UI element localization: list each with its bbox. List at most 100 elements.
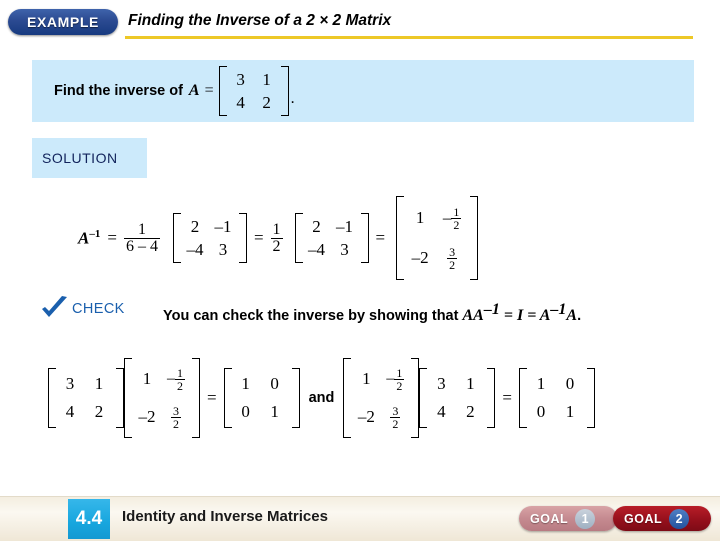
equals-sign-2: = <box>253 228 264 247</box>
fraction-denominator: 2 <box>270 237 283 255</box>
verify2-matrix-a: 3 1 4 2 <box>419 368 496 428</box>
problem-statement-content: Find the inverse of A = 3 1 4 2 . <box>54 60 295 122</box>
equals-sign-3: = <box>375 228 386 247</box>
equals-sign-1: = <box>107 228 117 247</box>
goal-2-label: GOAL <box>624 511 663 526</box>
matrix-cell: 0 <box>270 374 279 393</box>
problem-matrix-variable: A <box>188 82 200 99</box>
problem-equals-sign: = <box>204 82 214 99</box>
verify1-identity-matrix: 1 0 0 1 <box>223 368 300 428</box>
matrix-cell: 1 <box>565 402 575 421</box>
check-label: CHECK <box>72 301 125 317</box>
matrix-cell: 1 <box>362 369 371 388</box>
a-inverse-label: A–1 <box>78 227 101 248</box>
goal-1-number: 1 <box>575 508 596 529</box>
problem-period: . <box>290 90 295 107</box>
fraction-denominator: 6 – 4 <box>123 237 160 255</box>
matrix-cell: 1 <box>94 374 104 393</box>
verify1-equals: = <box>207 388 217 407</box>
goal-1-label: GOAL <box>530 511 569 526</box>
matrix-cell: 0 <box>241 402 250 421</box>
fraction-numerator: 1 <box>272 220 281 238</box>
matrix-cell: 3 <box>236 69 245 89</box>
verification-equations: 3 1 4 2 1 – 1 2 –2 3 2 = 1 0 0 1 and 1 –… <box>48 358 595 438</box>
matrix-cell: 3 <box>65 374 75 393</box>
verify1-matrix-a: 3 1 4 2 <box>48 368 124 428</box>
matrix-cell: 0 <box>536 402 546 421</box>
matrix-cell: –1 <box>214 216 232 236</box>
adjugate-matrix-1: 2 –1 –4 3 <box>172 213 247 263</box>
matrix-cell: 2 <box>466 402 475 421</box>
matrix-cell: 1 <box>241 374 250 393</box>
matrix-cell: 4 <box>65 402 75 421</box>
checkmark-icon <box>42 296 67 317</box>
matrix-cell: 2 <box>262 92 271 112</box>
expr-exp-1: –1 <box>483 301 500 318</box>
expr-a-3: A <box>566 306 578 324</box>
matrix-cell: –2 <box>411 248 429 267</box>
matrix-cell: –2 <box>357 407 375 426</box>
check-sentence-text: You can check the inverse by showing tha… <box>163 307 463 324</box>
goal-2-button[interactable]: GOAL 2 <box>613 506 711 531</box>
header: EXAMPLE Finding the Inverse of a 2 × 2 M… <box>0 0 720 46</box>
check-sentence: You can check the inverse by showing tha… <box>163 301 581 325</box>
one-half-fraction: 1 2 <box>270 220 283 255</box>
expr-equals-1: = <box>499 306 517 324</box>
matrix-cell: 3 <box>218 239 228 259</box>
matrix-cell: 1 <box>262 69 271 89</box>
adjugate-matrix-2: 2 –1 –4 3 <box>294 213 369 263</box>
section-number-box: 4.4 <box>68 499 110 539</box>
verify2-matrix-a-inverse: 1 – 1 2 –2 3 2 <box>343 358 420 438</box>
matrix-cell: 3 2 <box>447 244 458 272</box>
expr-exp-2: –1 <box>550 301 567 318</box>
footer-bar: 4.4 Identity and Inverse Matrices GOAL 1… <box>0 496 720 541</box>
matrix-cell: 3 <box>437 374 446 393</box>
problem-prompt-text: Find the inverse of <box>54 83 183 99</box>
expr-aa: AA <box>462 306 484 324</box>
fraction-numerator: 1 <box>137 220 146 238</box>
matrix-cell: 3 2 <box>171 403 181 431</box>
matrix-cell: – 1 2 <box>386 365 405 393</box>
verify2-equals: = <box>502 388 512 407</box>
matrix-cell: – 1 2 <box>167 365 185 393</box>
goal-1-button[interactable]: GOAL 1 <box>519 506 617 531</box>
matrix-cell: 1 <box>270 402 279 421</box>
determinant-fraction: 1 6 – 4 <box>123 220 160 255</box>
matrix-cell: –2 <box>138 407 156 426</box>
problem-statement-box: Find the inverse of A = 3 1 4 2 . <box>32 60 694 122</box>
matrix-cell: 2 <box>190 216 200 236</box>
example-badge-label: EXAMPLE <box>27 14 99 30</box>
matrix-cell: –4 <box>308 239 326 259</box>
matrix-cell: 1 <box>142 369 152 388</box>
result-matrix: 1 – 1 2 –2 3 2 <box>396 196 479 280</box>
matrix-cell: 1 <box>536 374 546 393</box>
matrix-cell: 2 <box>312 216 321 236</box>
verify2-identity-matrix: 1 0 0 1 <box>518 368 595 428</box>
matrix-cell: 4 <box>437 402 446 421</box>
expr-equals-2: = <box>523 306 540 324</box>
section-title: Identity and Inverse Matrices <box>122 508 328 525</box>
matrix-cell: 1 <box>415 208 425 227</box>
matrix-cell: 0 <box>565 374 575 393</box>
problem-matrix: 3 1 4 2 <box>218 66 289 116</box>
goal-2-number: 2 <box>669 508 690 529</box>
matrix-cell: –4 <box>186 239 204 259</box>
matrix-cell: – 1 2 <box>442 204 462 232</box>
page-title: Finding the Inverse of a 2 × 2 Matrix <box>128 12 392 29</box>
solution-label: SOLUTION <box>42 150 118 166</box>
matrix-cell: 3 <box>340 239 349 259</box>
verify1-matrix-a-inverse: 1 – 1 2 –2 3 2 <box>124 358 200 438</box>
solution-equation: A–1 = 1 6 – 4 2 –1 –4 3 = 1 2 2 –1 –4 3 … <box>78 196 479 280</box>
matrix-cell: –1 <box>336 216 354 236</box>
title-underline-rule <box>125 36 693 39</box>
matrix-cell: 2 <box>94 402 104 421</box>
example-badge: EXAMPLE <box>8 9 118 35</box>
solution-label-box: SOLUTION <box>32 138 147 178</box>
conjunction-and: and <box>308 390 335 406</box>
matrix-cell: 1 <box>466 374 475 393</box>
matrix-cell: 4 <box>236 92 245 112</box>
check-sentence-period: . <box>577 307 582 324</box>
matrix-cell: 3 2 <box>390 403 401 431</box>
section-number: 4.4 <box>75 508 103 529</box>
expr-a-2: A <box>539 306 551 324</box>
